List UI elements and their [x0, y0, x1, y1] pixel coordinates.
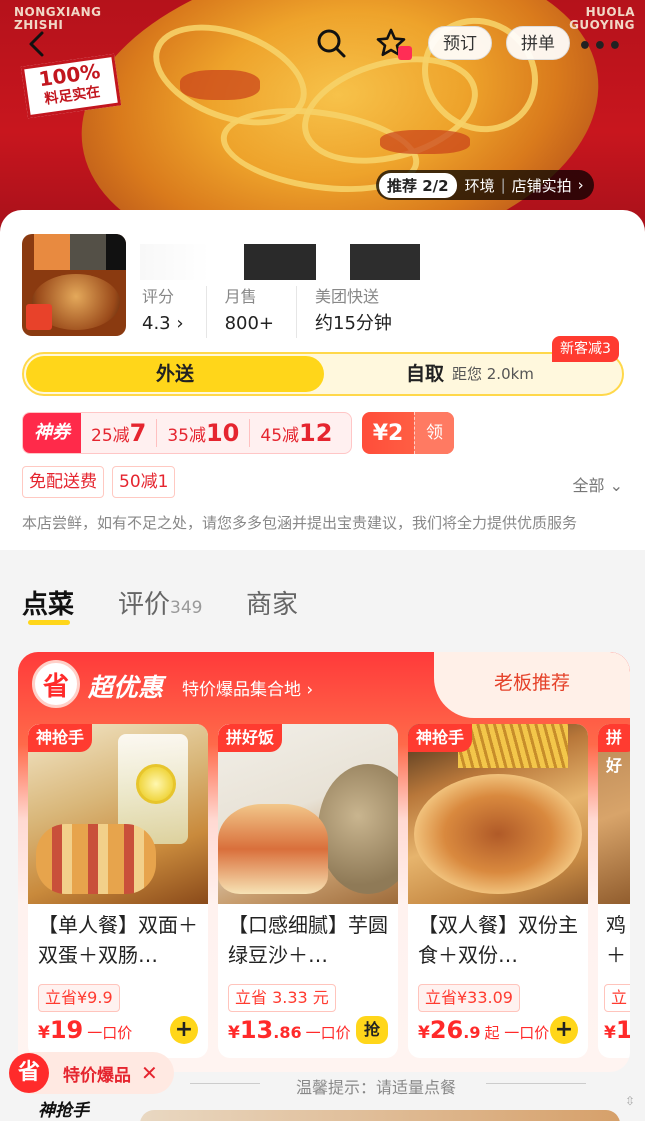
- coupon-tag: 神券: [23, 413, 81, 453]
- save-tag: 立省¥9.9: [38, 984, 120, 1012]
- save-tag: 立省¥33.09: [418, 984, 520, 1012]
- grab-hand-label: 神抢手: [38, 1101, 89, 1121]
- deal-name: 鸡＋: [606, 913, 626, 967]
- new-customer-badge: 新客减3: [552, 336, 619, 362]
- boss-recommend-tab[interactable]: 老板推荐: [434, 652, 630, 718]
- close-icon[interactable]: ✕: [141, 1061, 158, 1085]
- carousel-env[interactable]: 环境: [465, 175, 495, 196]
- shop-name-mosaic: [140, 244, 210, 280]
- chevron-right-icon: ›: [176, 313, 184, 334]
- deal-price: ¥26.9 起 一口价: [418, 1016, 550, 1044]
- deal-card[interactable]: 拼好 鸡＋ 立 ¥1: [598, 724, 630, 1058]
- hero-banner[interactable]: NONGXIANG ZHISHI HUOLA GUOYING 100% 料足实在…: [0, 0, 645, 240]
- all-promos-toggle[interactable]: 全部 ⌄: [572, 472, 623, 496]
- deal-card[interactable]: 神抢手 【单人餐】双面＋双蛋＋双肠… 立省¥9.9 ¥19 一口价 +: [28, 724, 208, 1058]
- deal-name: 【单人餐】双面＋双蛋＋双肠…: [38, 913, 198, 967]
- special-deals-float[interactable]: 省 特价爆品 ✕: [9, 1052, 174, 1094]
- deal-name: 【口感细腻】芋圆绿豆沙＋…: [228, 913, 388, 967]
- chevron-right-icon: ›: [306, 680, 314, 700]
- shop-info-card: 评分 4.3 › 月售 800+ 美团快送 约15分钟 外送 自取 距您 2.0…: [0, 210, 645, 550]
- food-image: 拼好饭: [218, 724, 398, 904]
- logo-badge-icon: [26, 304, 52, 330]
- delivery-option[interactable]: 外送: [26, 356, 324, 392]
- claim-coupon-button[interactable]: 领: [414, 412, 454, 454]
- deal-card[interactable]: 神抢手 【双人餐】双份主食＋双份… 立省¥33.09 ¥26.9 起 一口价 +: [408, 724, 588, 1058]
- active-tab-indicator: [28, 620, 70, 625]
- carousel-current[interactable]: 推荐 2/2: [379, 172, 457, 198]
- add-to-cart-button[interactable]: +: [550, 1016, 578, 1044]
- grab-button[interactable]: 抢: [356, 1016, 388, 1044]
- promo-tags: 免配送费 50减1: [22, 466, 183, 498]
- deals-subtitle-link[interactable]: 特价爆品集合地 ›: [182, 675, 313, 700]
- promo-tag: 免配送费: [22, 466, 104, 498]
- shop-logo[interactable]: [22, 234, 126, 336]
- stat-rating[interactable]: 评分 4.3 ›: [142, 286, 207, 338]
- brand-right: HUOLA GUOYING: [569, 5, 635, 32]
- more-options-icon[interactable]: •••: [578, 34, 623, 59]
- deals-title: 超优惠: [88, 673, 164, 702]
- favorite-badge-icon: [398, 46, 412, 60]
- deal-price: ¥19 一口价: [38, 1016, 133, 1044]
- scroll-indicator-icon[interactable]: ⇳: [625, 1094, 639, 1108]
- back-arrow-icon[interactable]: [22, 28, 54, 60]
- search-icon[interactable]: [314, 26, 348, 60]
- food-image: 拼好: [598, 724, 630, 904]
- delivery-mode-toggle: 外送 自取 距您 2.0km: [22, 352, 624, 396]
- promo-tag: 50减1: [112, 466, 176, 498]
- preorder-button[interactable]: 预订: [428, 26, 492, 60]
- deal-name: 【双人餐】双份主食＋双份…: [418, 913, 578, 967]
- save-tag: 立: [604, 984, 630, 1012]
- deal-price: ¥1: [604, 1016, 630, 1044]
- deal-price: ¥13.86 一口价: [228, 1016, 351, 1044]
- pickup-distance: 距您 2.0km: [452, 365, 534, 383]
- coupon-bar[interactable]: 神券 25减7 35减10 45减12: [22, 412, 352, 454]
- tab-review[interactable]: 评价349: [118, 584, 202, 621]
- deals-section: 老板推荐 省 超优惠 特价爆品集合地 › 神抢手 【单人餐】双面＋双蛋＋双肠… …: [18, 652, 630, 1072]
- carousel-photo[interactable]: 店铺实拍: [512, 175, 572, 196]
- save-icon: 省: [32, 660, 80, 708]
- chevron-right-icon: ›: [577, 176, 584, 194]
- coupon-item[interactable]: 45减12: [250, 419, 342, 447]
- food-image: 神抢手: [28, 724, 208, 904]
- photo-carousel-nav[interactable]: 推荐 2/2 环境 | 店铺实拍 ›: [376, 170, 594, 200]
- shop-name-mosaic: [244, 244, 316, 280]
- stat-delivery-time: 美团快送 约15分钟: [315, 287, 392, 334]
- shop-page: NONGXIANG ZHISHI HUOLA GUOYING 100% 料足实在…: [0, 0, 645, 1121]
- food-image: [140, 1110, 620, 1121]
- deal-card[interactable]: 拼好饭 【口感细腻】芋圆绿豆沙＋… 立省 3.33 元 ¥13.86 一口价 抢: [218, 724, 398, 1058]
- menu-tabs: 点菜 评价349 商家: [0, 552, 645, 640]
- shop-stats: 评分 4.3 › 月售 800+ 美团快送 约15分钟: [142, 286, 432, 338]
- food-image: 神抢手: [408, 724, 588, 904]
- pickup-option[interactable]: 自取: [406, 354, 444, 394]
- save-icon: 省: [9, 1053, 49, 1093]
- cash-coupon[interactable]: ¥2 领: [362, 412, 454, 454]
- add-to-cart-button[interactable]: +: [170, 1016, 198, 1044]
- tab-order[interactable]: 点菜: [22, 584, 74, 621]
- group-order-button[interactable]: 拼单: [506, 26, 570, 60]
- deal-cards: 神抢手 【单人餐】双面＋双蛋＋双肠… 立省¥9.9 ¥19 一口价 + 拼好饭 【…: [28, 724, 630, 1064]
- chevron-down-icon: ⌄: [609, 476, 623, 495]
- tab-merchant[interactable]: 商家: [246, 584, 298, 621]
- save-tag: 立省 3.33 元: [228, 984, 336, 1012]
- stat-monthly-sales: 月售 800+: [225, 286, 298, 338]
- shop-notice: 本店尝鲜，如有不足之处，请您多多包涵并提出宝贵建议，我们将全力提供优质服务: [22, 514, 578, 532]
- order-tip: 温馨提示：请适量点餐: [296, 1078, 457, 1097]
- coupon-item[interactable]: 25减7: [81, 419, 158, 447]
- coupon-item[interactable]: 35减10: [157, 419, 251, 447]
- shop-name-mosaic: [350, 244, 420, 280]
